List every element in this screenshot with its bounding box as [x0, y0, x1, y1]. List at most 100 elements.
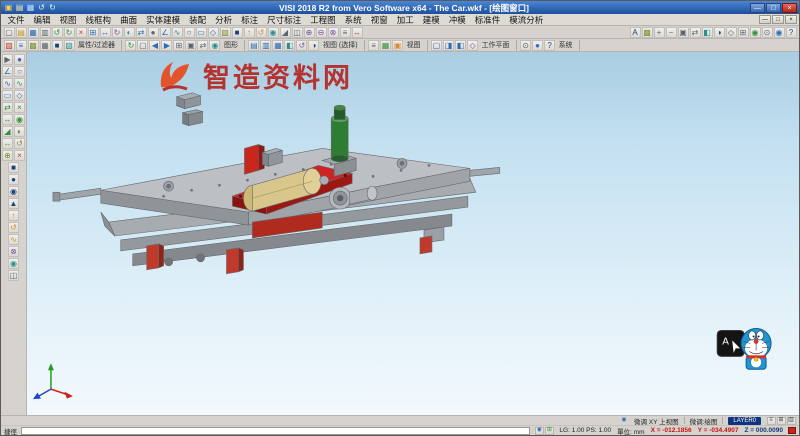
command-input[interactable]	[21, 427, 530, 435]
shell-icon[interactable]: ◫	[292, 27, 303, 38]
pan-view-icon[interactable]: ⇄	[197, 40, 208, 51]
circle-icon[interactable]: ○	[184, 27, 195, 38]
mdi-close-button[interactable]: ×	[785, 15, 797, 24]
view-front-icon[interactable]: ▥	[260, 40, 271, 51]
filter-surface-icon[interactable]: ▧	[64, 40, 75, 51]
undo-icon[interactable]: ↺	[52, 27, 63, 38]
view-list-icon[interactable]: ≡	[368, 40, 379, 51]
draw-polygon-icon[interactable]: ◇	[14, 90, 25, 101]
chamfer-2d-icon[interactable]: ◢	[2, 126, 13, 137]
view-rotate-icon[interactable]: ↺	[296, 40, 307, 51]
filter-solid-icon[interactable]: ■	[52, 40, 63, 51]
redraw-icon[interactable]: ▢	[137, 40, 148, 51]
print-icon[interactable]: ▥	[40, 27, 51, 38]
active-layer-badge[interactable]: LAYER0	[728, 417, 761, 425]
menu-item-4[interactable]: 线框构	[81, 14, 116, 26]
qa-save-icon[interactable]: ▦	[26, 3, 36, 13]
menu-item-15[interactable]: 建模	[418, 14, 444, 26]
grid-small-icon[interactable]: ⊞	[777, 417, 786, 425]
pan-icon[interactable]: ⇄	[690, 27, 701, 38]
view-isometric-icon[interactable]: ◧	[284, 40, 295, 51]
mirror-icon[interactable]: ◐	[124, 27, 135, 38]
wireframe-view-icon[interactable]: ◇	[726, 27, 737, 38]
solid-fillet-icon[interactable]: ◉	[8, 258, 19, 269]
save-icon[interactable]: ▦	[28, 27, 39, 38]
solid-extrude-icon[interactable]: ↑	[8, 210, 19, 221]
solid-cone-icon[interactable]: ▲	[8, 198, 19, 209]
solid-box-icon[interactable]: ■	[8, 162, 19, 173]
menu-item-17[interactable]: 标准件	[470, 14, 505, 26]
lock-icon[interactable]: ◉	[535, 427, 544, 435]
menu-item-18[interactable]: 模流分析	[505, 14, 548, 26]
surface-icon[interactable]: ▧	[220, 27, 231, 38]
workplane-yz-icon[interactable]: ◨	[443, 40, 454, 51]
workplane-xy-icon[interactable]: ▢	[431, 40, 442, 51]
snap-mode-indicator[interactable]: 微调 XY 上视图	[634, 416, 679, 426]
unit-indicator[interactable]: 單位: mm	[617, 426, 644, 436]
measure-icon[interactable]: ≡	[340, 27, 351, 38]
menu-item-11[interactable]: 工程图	[306, 14, 341, 26]
extend-icon[interactable]: ↔	[2, 114, 13, 125]
workplane-zx-icon[interactable]: ◧	[455, 40, 466, 51]
menu-item-16[interactable]: 冲模	[444, 14, 470, 26]
grid-icon[interactable]: ⊞	[738, 27, 749, 38]
solid-shell-icon[interactable]: ◫	[8, 270, 19, 281]
mdi-restore-button[interactable]: □	[772, 15, 784, 24]
zoom-out-icon[interactable]: −	[666, 27, 677, 38]
chamfer-icon[interactable]: ◢	[280, 27, 291, 38]
line-style-icon[interactable]: ≡	[16, 40, 27, 51]
polygon-icon[interactable]: ◇	[208, 27, 219, 38]
new-file-icon[interactable]: ▢	[4, 27, 15, 38]
fillet-icon[interactable]: ◉	[268, 27, 279, 38]
minimize-button[interactable]: —	[750, 3, 765, 13]
solid-revolve-icon[interactable]: ↺	[8, 222, 19, 233]
menu-item-3[interactable]: 视图	[55, 14, 81, 26]
qa-undo-icon[interactable]: ↺	[37, 3, 47, 13]
help-icon[interactable]: ?	[786, 27, 797, 38]
menu-item-5[interactable]: 曲面	[116, 14, 142, 26]
refresh-icon[interactable]: ↻	[125, 40, 136, 51]
draw-point-icon[interactable]: ●	[14, 54, 25, 65]
solid-sweep-icon[interactable]: ∿	[8, 234, 19, 245]
union-icon[interactable]: ⊕	[304, 27, 315, 38]
trim-icon[interactable]: ×	[14, 102, 25, 113]
menu-item-14[interactable]: 加工	[392, 14, 418, 26]
layer-filter-icon[interactable]: ▩	[28, 40, 39, 51]
system-help-icon[interactable]: ?	[544, 40, 555, 51]
select-pointer-icon[interactable]: ▶	[2, 54, 13, 65]
model-assembly[interactable]	[53, 93, 500, 274]
snap-icon[interactable]: ◉	[750, 27, 761, 38]
qa-open-icon[interactable]: ▤	[15, 3, 25, 13]
zoom-in-icon[interactable]: +	[654, 27, 665, 38]
delete-icon[interactable]: ×	[76, 27, 87, 38]
grid-toggle-icon[interactable]: ⊞	[545, 427, 554, 435]
menu-item-12[interactable]: 系统	[340, 14, 366, 26]
subtract-icon[interactable]: ⊖	[316, 27, 327, 38]
menu-item-13[interactable]: 视窗	[366, 14, 392, 26]
view-restore-icon[interactable]: ▣	[392, 40, 403, 51]
view-side-icon[interactable]: ▦	[272, 40, 283, 51]
system-info-icon[interactable]: ●	[532, 40, 543, 51]
filter-all-icon[interactable]: ▦	[40, 40, 51, 51]
revolve-icon[interactable]: ↺	[256, 27, 267, 38]
intersect-icon[interactable]: ⊗	[328, 27, 339, 38]
zoom-all-icon[interactable]: ▣	[185, 40, 196, 51]
status-info-icon[interactable]: ◉	[619, 417, 628, 425]
fillet-2d-icon[interactable]: ◉	[14, 114, 25, 125]
view-cube[interactable]: A	[717, 330, 744, 356]
extrude-icon[interactable]: ↑	[244, 27, 255, 38]
offset-icon[interactable]: ⇄	[2, 102, 13, 113]
system-settings-icon[interactable]: ⊙	[520, 40, 531, 51]
line-icon[interactable]: ∠	[160, 27, 171, 38]
move-2d-icon[interactable]: ↔	[2, 138, 13, 149]
draw-circle-icon[interactable]: ○	[14, 66, 25, 77]
draw-rectangle-icon[interactable]: ▭	[2, 90, 13, 101]
scale-2d-icon[interactable]: ⊕	[2, 150, 13, 161]
panel-icon[interactable]: ▥	[787, 417, 796, 425]
view-iso-icon[interactable]: ◧	[702, 27, 713, 38]
menu-item-9[interactable]: 标注	[237, 14, 263, 26]
workplane-custom-icon[interactable]: ◇	[467, 40, 478, 51]
rotate-2d-icon[interactable]: ↺	[14, 138, 25, 149]
draw-arc-icon[interactable]: ∿	[2, 78, 13, 89]
list-icon[interactable]: ≡	[767, 417, 776, 425]
